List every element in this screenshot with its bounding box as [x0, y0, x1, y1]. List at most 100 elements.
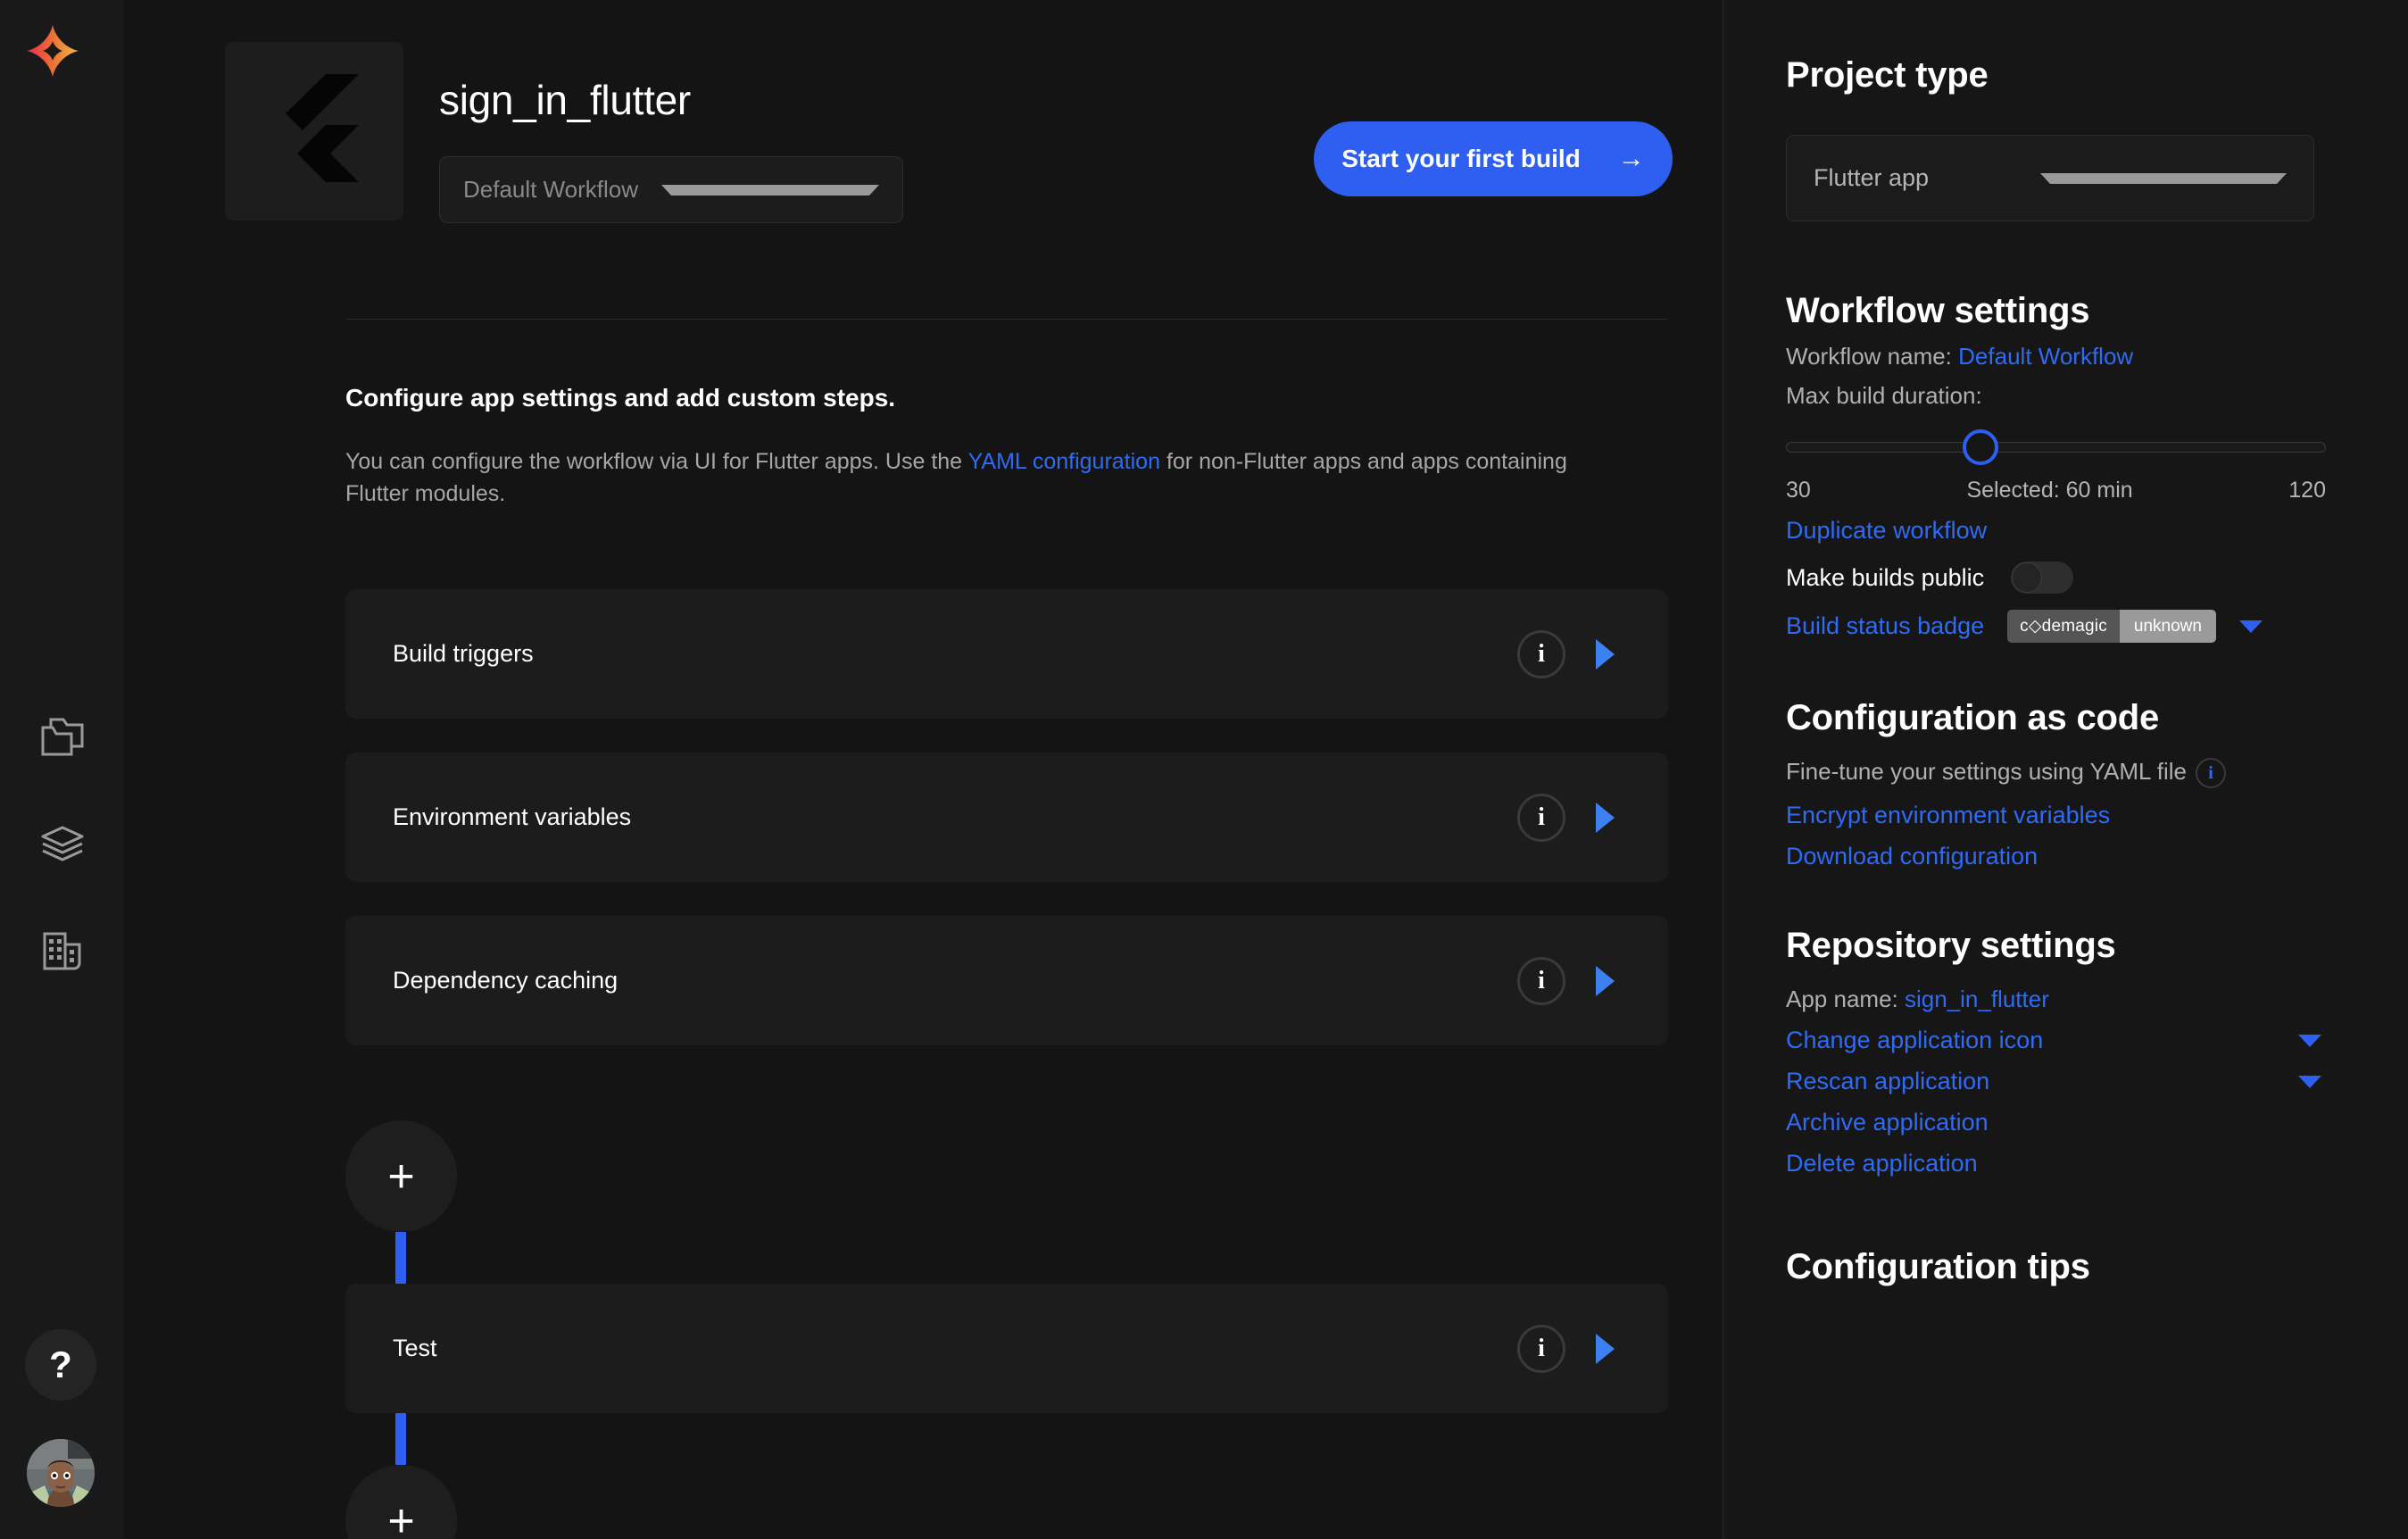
right-settings-panel: Project type Flutter app Workflow settin…: [1723, 0, 2408, 1539]
help-button[interactable]: ?: [25, 1329, 96, 1401]
card-build-triggers[interactable]: Build triggers i: [345, 589, 1668, 719]
card-label: Test: [393, 1335, 437, 1361]
workflow-pipeline: + Test i +: [345, 1120, 1668, 1539]
sidebar-item-teams[interactable]: [0, 897, 124, 1004]
max-build-duration-label: Max build duration:: [1786, 382, 1982, 409]
change-application-icon-link[interactable]: Change application icon: [1786, 1027, 2298, 1054]
card-label: Environment variables: [393, 803, 632, 830]
main-content-area: sign_in_flutter Default Workflow Start y…: [124, 0, 1723, 1539]
change-application-icon-row[interactable]: Change application icon: [1786, 1027, 2321, 1054]
chevron-down-icon[interactable]: [2298, 1075, 2321, 1088]
configuration-tips-heading: Configuration tips: [1786, 1247, 2090, 1287]
rail-icon-group: [0, 683, 124, 1004]
add-step-button-top[interactable]: +: [345, 1120, 457, 1232]
flutter-logo-icon: [270, 73, 359, 189]
add-step-button-bottom[interactable]: +: [345, 1465, 457, 1539]
codemagic-app-window: ? sign_in_flutter Default Workflow Start…: [0, 0, 2408, 1539]
card-test-step[interactable]: Test i: [345, 1284, 1668, 1413]
left-navigation-rail: ?: [0, 0, 124, 1539]
download-configuration-link[interactable]: Download configuration: [1786, 843, 2408, 870]
start-build-label: Start your first build: [1341, 145, 1581, 172]
chevron-down-icon[interactable]: [2238, 620, 2263, 633]
badge-status-label: unknown: [2119, 610, 2216, 643]
repository-settings-heading: Repository settings: [1786, 926, 2116, 966]
chevron-right-icon[interactable]: [1596, 965, 1615, 996]
status-badge[interactable]: c◇demagic unknown: [2007, 610, 2216, 643]
app-header: sign_in_flutter Default Workflow Start y…: [124, 0, 1722, 268]
pipeline-connector: [395, 1232, 406, 1284]
avatar-photo-icon: [27, 1439, 95, 1507]
build-status-badge-row: Build status badge c◇demagic unknown: [1786, 610, 2408, 643]
workflow-name-value[interactable]: Default Workflow: [1958, 343, 2133, 370]
sidebar-item-builds[interactable]: [0, 790, 124, 897]
card-dependency-caching[interactable]: Dependency caching i: [345, 916, 1668, 1045]
delete-application-link[interactable]: Delete application: [1786, 1150, 2408, 1177]
info-icon[interactable]: i: [2195, 758, 2226, 789]
pipeline-connector: [395, 1413, 406, 1465]
config-as-code-heading: Configuration as code: [1786, 698, 2160, 737]
header-divider: [345, 319, 1668, 320]
workflow-select-value: Default Workflow: [463, 176, 639, 203]
make-builds-public-label: Make builds public: [1786, 563, 1985, 591]
app-name-row: App name: sign_in_flutter: [1786, 986, 2408, 1013]
slider-selected-label: Selected: 60 min: [1966, 478, 2133, 503]
info-icon[interactable]: i: [1517, 956, 1565, 1005]
chevron-right-icon[interactable]: [1596, 802, 1615, 833]
workflow-select[interactable]: Default Workflow: [439, 156, 903, 223]
card-environment-variables[interactable]: Environment variables i: [345, 753, 1668, 882]
chevron-down-icon[interactable]: [2298, 1034, 2321, 1047]
make-builds-public-row: Make builds public: [1786, 562, 2408, 594]
fine-tune-row: Fine-tune your settings using YAML file i: [1786, 758, 2408, 789]
slider-max-label: 120: [2288, 478, 2326, 503]
card-label: Dependency caching: [393, 967, 619, 994]
codemagic-star-logo[interactable]: [25, 23, 80, 79]
slider-track: [1786, 442, 2326, 453]
toggle-knob: [2012, 562, 2043, 593]
chevron-down-icon: [2040, 172, 2287, 184]
plus-icon: +: [387, 1150, 415, 1202]
badge-brand-label: c◇demagic: [2007, 610, 2120, 643]
settings-card-list: Build triggers i Environment variables i…: [345, 589, 1668, 1079]
arrow-right-icon: →: [1617, 144, 1645, 173]
app-name-label: App name:: [1786, 986, 1898, 1013]
duplicate-workflow-link[interactable]: Duplicate workflow: [1786, 517, 2408, 545]
configure-description: You can configure the workflow via UI fo…: [345, 446, 1613, 510]
chevron-right-icon[interactable]: [1596, 1333, 1615, 1364]
card-label: Build triggers: [393, 640, 534, 667]
apps-folder-icon: [40, 716, 85, 757]
chevron-down-icon: [661, 184, 879, 195]
max-build-duration-slider[interactable]: [1786, 429, 2326, 465]
slider-handle[interactable]: [1963, 429, 1998, 465]
rescan-application-link[interactable]: Rescan application: [1786, 1068, 2298, 1095]
info-icon[interactable]: i: [1517, 793, 1565, 842]
plus-icon: +: [387, 1494, 415, 1539]
chevron-right-icon[interactable]: [1596, 638, 1615, 670]
archive-application-link[interactable]: Archive application: [1786, 1109, 2408, 1136]
workflow-name-row: Workflow name: Default Workflow: [1786, 343, 2408, 370]
desc-text-before: You can configure the workflow via UI fo…: [345, 449, 968, 474]
help-question-icon: ?: [49, 1344, 72, 1385]
make-builds-public-toggle[interactable]: [2011, 562, 2074, 594]
layers-icon: [40, 825, 85, 862]
configure-heading: Configure app settings and add custom st…: [345, 384, 896, 412]
avatar[interactable]: [27, 1439, 95, 1507]
slider-labels: 30 Selected: 60 min 120: [1786, 478, 2326, 503]
page-title: sign_in_flutter: [439, 77, 691, 123]
app-name-value[interactable]: sign_in_flutter: [1905, 986, 2049, 1012]
project-type-value: Flutter app: [1814, 164, 1930, 191]
rescan-application-row[interactable]: Rescan application: [1786, 1068, 2321, 1095]
teams-building-icon: [41, 930, 84, 971]
project-type-select[interactable]: Flutter app: [1786, 135, 2314, 221]
yaml-configuration-link[interactable]: YAML configuration: [968, 449, 1160, 474]
start-first-build-button[interactable]: Start your first build →: [1314, 121, 1673, 196]
info-icon[interactable]: i: [1517, 1324, 1565, 1373]
build-status-badge-link[interactable]: Build status badge: [1786, 612, 1984, 640]
encrypt-env-vars-link[interactable]: Encrypt environment variables: [1786, 802, 2408, 829]
sidebar-item-applications[interactable]: [0, 683, 124, 790]
fine-tune-label: Fine-tune your settings using YAML file: [1786, 758, 2187, 785]
app-icon-tile: [225, 42, 403, 220]
slider-min-label: 30: [1786, 478, 1811, 503]
project-type-heading: Project type: [1786, 55, 1989, 95]
workflow-name-label: Workflow name:: [1786, 343, 1952, 370]
info-icon[interactable]: i: [1517, 629, 1565, 678]
